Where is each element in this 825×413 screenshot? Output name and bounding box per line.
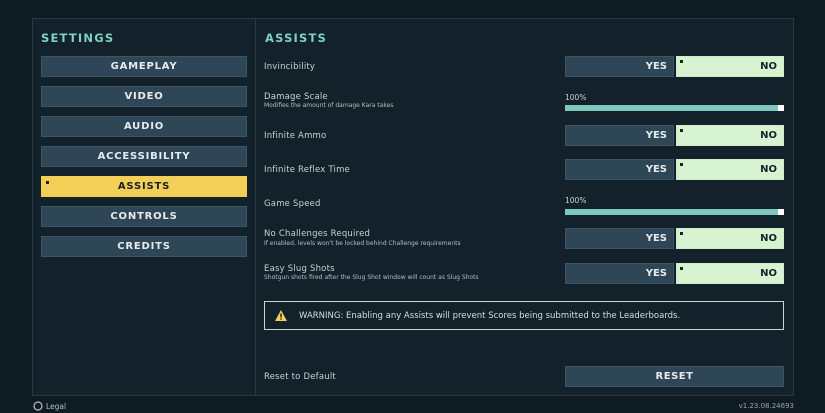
damage-scale-description: Modifies the amount of damage Kara takes bbox=[264, 102, 394, 109]
legal-label: Legal bbox=[46, 401, 67, 411]
game-speed-label: Game Speed bbox=[264, 199, 321, 209]
assists-warning-box: WARNING: Enabling any Assists will preve… bbox=[264, 301, 784, 330]
easy-slug-toggle: YES NO bbox=[565, 263, 784, 284]
nav-label: AUDIO bbox=[123, 121, 165, 132]
no-label: NO bbox=[760, 233, 777, 244]
damage-scale-value: 100% bbox=[565, 93, 587, 102]
invincibility-no-button[interactable]: NO bbox=[676, 56, 784, 77]
infinite-ammo-label: Infinite Ammo bbox=[264, 131, 327, 141]
invincibility-toggle: YES NO bbox=[565, 56, 784, 77]
nav-label: ASSISTS bbox=[117, 181, 171, 192]
nav-assists[interactable]: ASSISTS bbox=[41, 176, 247, 197]
damage-scale-slider[interactable] bbox=[565, 105, 784, 111]
no-challenges-label: No Challenges Required bbox=[264, 229, 371, 239]
damage-scale-label: Damage Scale bbox=[264, 92, 328, 102]
invincibility-label: Invincibility bbox=[264, 62, 316, 72]
slider-fill bbox=[565, 105, 784, 111]
nav-label: VIDEO bbox=[124, 91, 164, 102]
no-challenges-no-button[interactable]: NO bbox=[676, 228, 784, 249]
game-speed-value: 100% bbox=[565, 196, 587, 205]
no-label: NO bbox=[760, 130, 777, 141]
assists-heading: ASSISTS bbox=[265, 31, 328, 45]
no-challenges-toggle: YES NO bbox=[565, 228, 784, 249]
warning-triangle-icon bbox=[275, 310, 287, 321]
slider-fill bbox=[565, 209, 784, 215]
nav-label: CREDITS bbox=[117, 241, 171, 252]
selected-marker-icon bbox=[680, 267, 683, 270]
easy-slug-no-button[interactable]: NO bbox=[676, 263, 784, 284]
infinite-ammo-toggle: YES NO bbox=[565, 125, 784, 146]
slider-knob[interactable] bbox=[778, 105, 784, 111]
selected-marker-icon bbox=[680, 129, 683, 132]
nav-gameplay[interactable]: GAMEPLAY bbox=[41, 56, 247, 77]
selected-marker-icon bbox=[680, 60, 683, 63]
version-text: v1.23.08.24693 bbox=[738, 402, 794, 410]
infinite-ammo-yes-button[interactable]: YES bbox=[565, 125, 674, 146]
no-label: NO bbox=[760, 268, 777, 279]
nav-audio[interactable]: AUDIO bbox=[41, 116, 247, 137]
easy-slug-description: Shotgun shots fired after the Slug Shot … bbox=[264, 274, 479, 281]
legal-link[interactable]: Legal bbox=[33, 401, 66, 411]
selected-marker-icon bbox=[680, 163, 683, 166]
panel-divider bbox=[255, 18, 256, 396]
invincibility-yes-button[interactable]: YES bbox=[565, 56, 674, 77]
infinite-reflex-toggle: YES NO bbox=[565, 159, 784, 180]
circle-icon bbox=[33, 401, 43, 411]
game-speed-slider[interactable] bbox=[565, 209, 784, 215]
infinite-reflex-yes-button[interactable]: YES bbox=[565, 159, 674, 180]
easy-slug-label: Easy Slug Shots bbox=[264, 264, 335, 274]
nav-label: ACCESSIBILITY bbox=[97, 151, 191, 162]
nav-label: CONTROLS bbox=[110, 211, 178, 222]
reset-button[interactable]: RESET bbox=[565, 366, 784, 387]
warning-text: WARNING: Enabling any Assists will preve… bbox=[299, 310, 681, 321]
infinite-reflex-label: Infinite Reflex Time bbox=[264, 165, 350, 175]
nav-label: GAMEPLAY bbox=[110, 61, 178, 72]
reset-to-default-label: Reset to Default bbox=[264, 372, 336, 382]
no-challenges-yes-button[interactable]: YES bbox=[565, 228, 674, 249]
no-challenges-description: If enabled, levels won't be locked behin… bbox=[264, 240, 461, 247]
infinite-reflex-no-button[interactable]: NO bbox=[676, 159, 784, 180]
slider-knob[interactable] bbox=[778, 209, 784, 215]
easy-slug-yes-button[interactable]: YES bbox=[565, 263, 674, 284]
settings-heading: SETTINGS bbox=[41, 31, 115, 45]
selected-marker-icon bbox=[680, 232, 683, 235]
nav-video[interactable]: VIDEO bbox=[41, 86, 247, 107]
no-label: NO bbox=[760, 164, 777, 175]
nav-controls[interactable]: CONTROLS bbox=[41, 206, 247, 227]
no-label: NO bbox=[760, 61, 777, 72]
nav-credits[interactable]: CREDITS bbox=[41, 236, 247, 257]
infinite-ammo-no-button[interactable]: NO bbox=[676, 125, 784, 146]
selected-marker-icon bbox=[46, 181, 49, 184]
nav-accessibility[interactable]: ACCESSIBILITY bbox=[41, 146, 247, 167]
